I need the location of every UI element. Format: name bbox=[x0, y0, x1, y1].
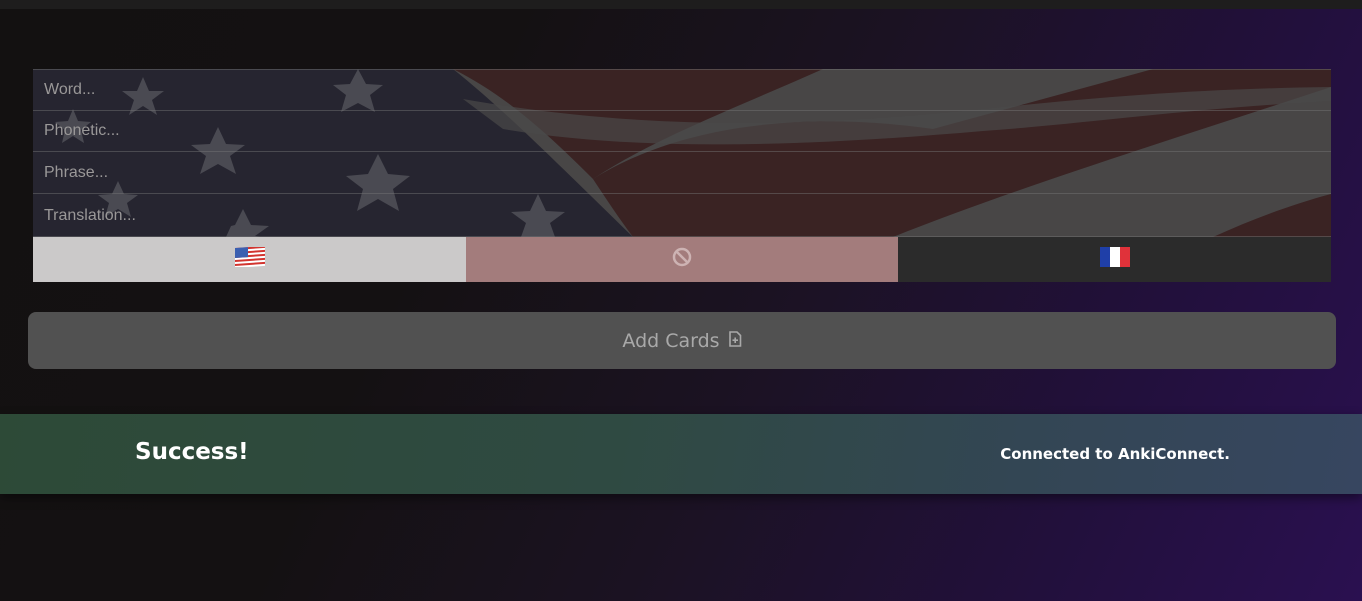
toast-message: Connected to AnkiConnect. bbox=[1000, 445, 1230, 463]
language-english-button[interactable] bbox=[33, 237, 466, 282]
language-french-button[interactable] bbox=[898, 237, 1331, 282]
word-input[interactable] bbox=[33, 69, 1331, 111]
us-flag-icon bbox=[234, 245, 265, 272]
file-plus-icon bbox=[728, 330, 742, 352]
toast-title: Success! bbox=[135, 439, 249, 465]
top-bar bbox=[0, 0, 1362, 9]
phrase-input[interactable] bbox=[33, 153, 1331, 194]
add-cards-button[interactable]: Add Cards bbox=[28, 312, 1336, 369]
fr-flag-icon bbox=[1099, 247, 1130, 272]
language-selector bbox=[33, 237, 1331, 282]
translation-input[interactable] bbox=[33, 195, 1331, 237]
language-none-button[interactable] bbox=[466, 237, 898, 282]
card-form bbox=[33, 69, 1331, 282]
success-toast: Success! Connected to AnkiConnect. bbox=[0, 414, 1362, 494]
phonetic-input[interactable] bbox=[33, 111, 1331, 152]
ban-icon bbox=[672, 247, 692, 272]
add-cards-label: Add Cards bbox=[622, 329, 720, 352]
